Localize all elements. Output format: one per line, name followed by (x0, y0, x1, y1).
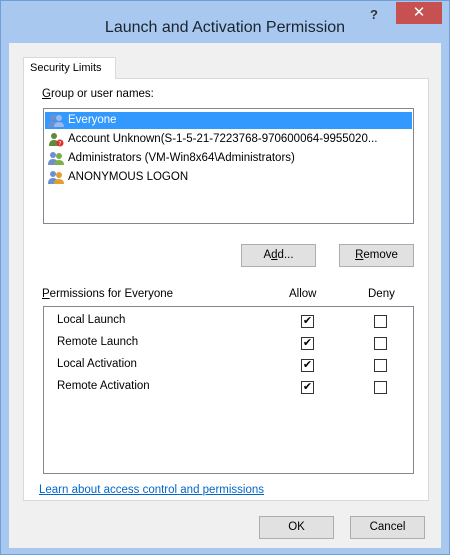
permission-row-local-launch: Local Launch ✔ (44, 311, 413, 332)
list-item-anonymous-logon[interactable]: ANONYMOUS LOGON (45, 169, 412, 186)
deny-checkbox[interactable] (374, 337, 387, 350)
list-item-label: Account Unknown(S-1-5-21-7223768-9706000… (68, 133, 378, 145)
deny-checkbox[interactable] (374, 359, 387, 372)
permission-row-remote-launch: Remote Launch ✔ (44, 333, 413, 354)
group-or-user-names-label: Group or user names: (42, 88, 154, 100)
user-list[interactable]: Everyone ? Account Unknown(S-1-5-21-7223… (43, 108, 414, 224)
title-bar[interactable]: Launch and Activation Permission ? ✕ (1, 1, 449, 43)
user-group-icon (48, 114, 64, 127)
permissions-header: Permissions for Everyone (42, 288, 174, 300)
permission-name: Local Activation (57, 358, 137, 370)
user-group-icon (48, 171, 64, 184)
allow-checkbox[interactable]: ✔ (301, 359, 314, 372)
allow-checkbox[interactable]: ✔ (301, 381, 314, 394)
deny-column-header: Deny (368, 288, 395, 300)
learn-access-control-link[interactable]: Learn about access control and permissio… (39, 484, 264, 496)
list-item-label: Everyone (68, 114, 117, 126)
permission-name: Remote Activation (57, 380, 150, 392)
user-group-icon (48, 152, 64, 165)
close-button[interactable]: ✕ (396, 2, 442, 24)
unknown-user-icon: ? (49, 133, 64, 148)
deny-checkbox[interactable] (374, 381, 387, 394)
permission-name: Local Launch (57, 314, 126, 326)
dialog-window: Launch and Activation Permission ? ✕ Sec… (0, 0, 450, 555)
dialog-client-area: Security Limits Group or user names: Eve… (9, 43, 441, 548)
list-item-label: Administrators (VM-Win8x64\Administrator… (68, 152, 295, 164)
svg-text:?: ? (58, 141, 61, 148)
ok-button[interactable]: OK (259, 516, 334, 539)
permission-row-local-activation: Local Activation ✔ (44, 355, 413, 376)
allow-checkbox[interactable]: ✔ (301, 315, 314, 328)
permission-row-remote-activation: Remote Activation ✔ (44, 377, 413, 398)
list-item-label: ANONYMOUS LOGON (68, 171, 189, 183)
tab-panel: Group or user names: Everyone ? Account … (23, 78, 429, 501)
add-button[interactable]: Add... (241, 244, 316, 267)
tab-security-limits[interactable]: Security Limits (23, 57, 116, 79)
remove-button[interactable]: Remove (339, 244, 414, 267)
list-item-everyone[interactable]: Everyone (45, 112, 412, 129)
list-item-administrators[interactable]: Administrators (VM-Win8x64\Administrator… (45, 150, 412, 167)
deny-checkbox[interactable] (374, 315, 387, 328)
allow-column-header: Allow (289, 288, 317, 300)
permission-name: Remote Launch (57, 336, 139, 348)
permissions-list: Local Launch ✔ Remote Launch ✔ Local Act… (43, 306, 414, 474)
list-item-account-unknown[interactable]: ? Account Unknown(S-1-5-21-7223768-97060… (45, 131, 412, 148)
help-button[interactable]: ? (363, 7, 385, 27)
allow-checkbox[interactable]: ✔ (301, 337, 314, 350)
cancel-button[interactable]: Cancel (350, 516, 425, 539)
